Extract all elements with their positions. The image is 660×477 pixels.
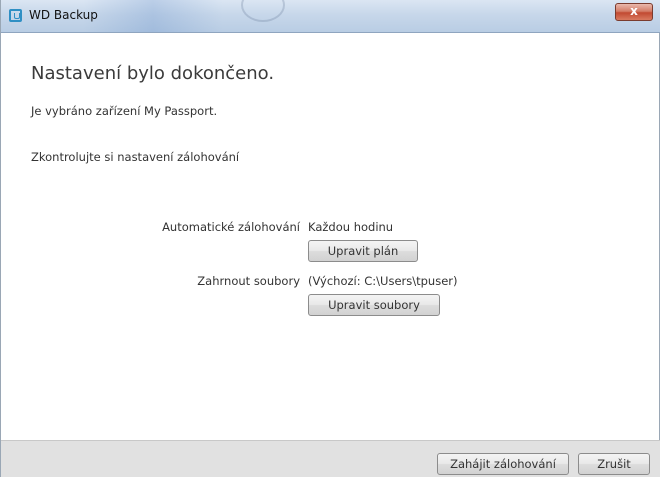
start-backup-button[interactable]: Zahájit zálohování [437, 453, 569, 475]
edit-schedule-button[interactable]: Upravit plán [308, 240, 418, 262]
auto-backup-value: Každou hodinu [308, 220, 394, 234]
background-ghost [83, 0, 223, 32]
page-title: Nastavení bylo dokončeno. [31, 63, 275, 84]
cancel-button[interactable]: Zrušit [578, 453, 650, 475]
review-settings-text: Zkontrolujte si nastavení zálohování [31, 150, 240, 164]
wd-backup-app-icon [9, 9, 22, 22]
close-icon: x [630, 4, 638, 18]
wd-backup-window: WD Backup x Nastavení bylo dokončeno. Je… [0, 0, 660, 477]
include-files-label: Zahrnout soubory [197, 274, 300, 288]
edit-files-button[interactable]: Upravit soubory [308, 294, 440, 316]
close-button[interactable]: x [615, 3, 653, 21]
background-ghost [241, 0, 285, 22]
footer-bar: Zahájit zálohování Zrušit [1, 440, 660, 477]
title-bar[interactable]: WD Backup x [1, 0, 660, 33]
selected-device-text: Je vybráno zařízení My Passport. [31, 104, 218, 118]
include-files-value: (Výchozí: C:\Users\tpuser) [308, 274, 458, 288]
window-title: WD Backup [29, 8, 98, 22]
auto-backup-label: Automatické zálohování [162, 220, 300, 234]
